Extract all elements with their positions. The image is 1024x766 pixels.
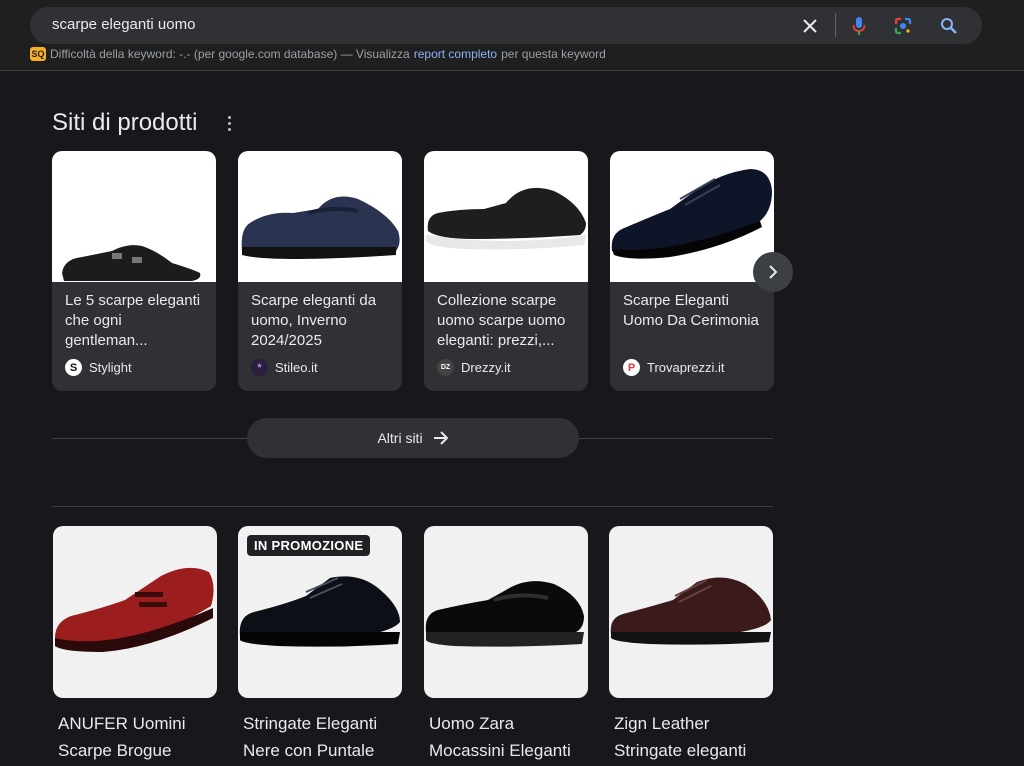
product-title: Zign Leather Stringate eleganti — [614, 714, 747, 760]
product-card[interactable]: Uomo Zara Mocassini Eleganti — [424, 526, 588, 764]
search-divider — [835, 13, 836, 37]
product-image: IN PROMOZIONE — [238, 526, 402, 698]
shoe-image — [238, 151, 402, 282]
site-source: * Stileo.it — [251, 359, 318, 376]
product-card[interactable]: IN PROMOZIONE Stringate Eleganti Nere co… — [238, 526, 402, 764]
top-bar: scarpe eleganti uomo SQ Difficoltà della… — [0, 0, 1024, 71]
chevron-right-icon — [769, 265, 778, 279]
site-card[interactable]: Le 5 scarpe eleganti che ogni gentleman.… — [52, 151, 216, 391]
product-card[interactable]: ANUFER Uomini Scarpe Brogue — [53, 526, 217, 764]
drezzy-icon: DZ — [437, 359, 454, 376]
mic-icon[interactable] — [849, 16, 869, 36]
shoe-image — [424, 151, 588, 282]
search-icon[interactable] — [939, 16, 959, 36]
more-sites-label: Altri siti — [377, 430, 423, 446]
report-link[interactable]: report completo — [414, 47, 497, 61]
product-image — [609, 526, 773, 698]
site-card-title: Scarpe eleganti da uomo, Inverno 2024/20… — [251, 292, 377, 349]
site-card[interactable]: Scarpe eleganti da uomo, Inverno 2024/20… — [238, 151, 402, 391]
stileo-icon: * — [251, 359, 268, 376]
site-card-title: Scarpe Eleganti Uomo Da Cerimonia — [623, 292, 759, 329]
promo-badge: IN PROMOZIONE — [247, 535, 371, 556]
source-name: Trovaprezzi.it — [647, 360, 725, 375]
site-card-title: Le 5 scarpe eleganti che ogni gentleman.… — [65, 292, 201, 349]
source-name: Stylight — [89, 360, 132, 375]
product-title: ANUFER Uomini Scarpe Brogue — [58, 714, 186, 760]
site-card[interactable]: Scarpe Eleganti Uomo Da Cerimonia P Trov… — [610, 151, 774, 391]
product-title: Stringate Eleganti Nere con Puntale — [243, 714, 378, 760]
shoe-image — [52, 151, 216, 282]
site-source: DZ Drezzy.it — [437, 359, 511, 376]
product-card[interactable]: Zign Leather Stringate eleganti — [609, 526, 773, 764]
carousel-next-button[interactable] — [753, 252, 793, 292]
product-image — [53, 526, 217, 698]
product-image — [424, 526, 588, 698]
search-input[interactable]: scarpe eleganti uomo — [52, 16, 195, 33]
keyword-difficulty-bar: SQ Difficoltà della keyword: -.- (per go… — [30, 47, 606, 61]
seoquake-icon: SQ — [30, 47, 46, 61]
lens-icon[interactable] — [893, 16, 913, 36]
close-icon[interactable] — [800, 16, 820, 36]
site-source: P Trovaprezzi.it — [623, 359, 725, 376]
site-card[interactable]: Collezione scarpe uomo scarpe uomo elega… — [424, 151, 588, 391]
trovaprezzi-icon: P — [623, 359, 640, 376]
section-title: Siti di prodotti — [52, 109, 198, 136]
site-source: S Stylight — [65, 359, 132, 376]
stylight-icon: S — [65, 359, 82, 376]
source-name: Drezzy.it — [461, 360, 511, 375]
search-box[interactable]: scarpe eleganti uomo — [30, 7, 982, 44]
divider — [52, 506, 773, 507]
arrow-right-icon — [433, 431, 448, 445]
product-title: Uomo Zara Mocassini Eleganti — [429, 714, 571, 760]
keyword-text-end: per questa keyword — [501, 47, 606, 61]
more-options-icon[interactable] — [222, 113, 236, 133]
site-card-title: Collezione scarpe uomo scarpe uomo elega… — [437, 292, 566, 349]
source-name: Stileo.it — [275, 360, 318, 375]
keyword-text: Difficoltà della keyword: -.- (per googl… — [50, 47, 410, 61]
more-sites-button[interactable]: Altri siti — [247, 418, 579, 458]
results-area: Siti di prodotti Le 5 scarpe eleganti ch… — [0, 71, 1024, 766]
shoe-image — [610, 151, 774, 282]
